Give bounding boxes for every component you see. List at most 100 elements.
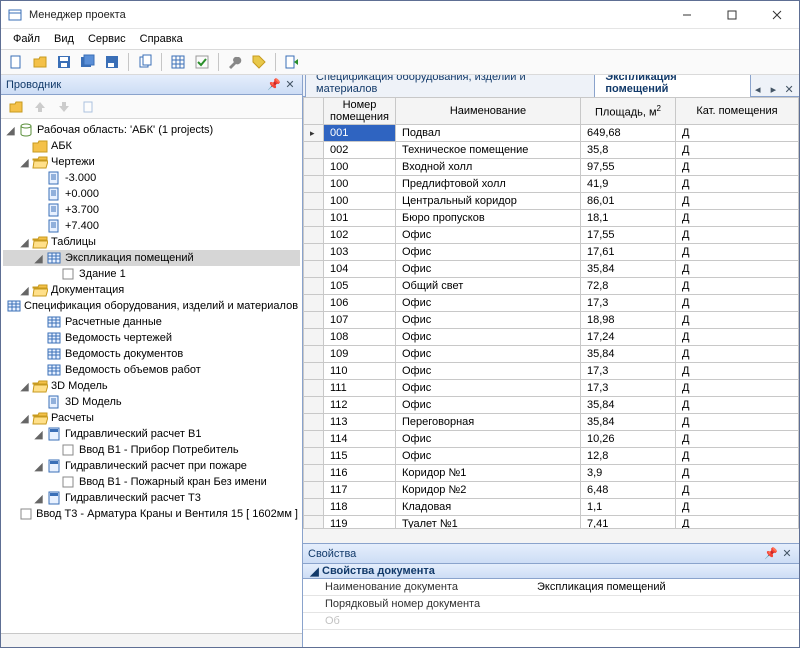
cell-area[interactable]: 17,3	[580, 380, 675, 397]
tab-close-icon[interactable]: ✕	[782, 82, 796, 96]
cell-name[interactable]: Центральный коридор	[395, 193, 580, 210]
menu-service[interactable]: Сервис	[82, 32, 132, 46]
cell-name[interactable]: Офис	[395, 448, 580, 465]
cell-category[interactable]: Д	[675, 397, 798, 414]
tree-calc[interactable]: ◢ Гидравлический расчет Т3	[3, 490, 300, 506]
cell-category[interactable]: Д	[675, 482, 798, 499]
cell-area[interactable]: 41,9	[580, 176, 675, 193]
cell-area[interactable]: 1,1	[580, 499, 675, 516]
table-row[interactable]: 112 Офис 35,84 Д	[304, 397, 799, 414]
tree-level[interactable]: +3.700	[3, 202, 300, 218]
cell-name[interactable]: Офис	[395, 397, 580, 414]
tree-level[interactable]: -3.000	[3, 170, 300, 186]
cell-area[interactable]: 17,3	[580, 363, 675, 380]
tb-tag-icon[interactable]	[248, 51, 270, 73]
table-row[interactable]: 107 Офис 18,98 Д	[304, 312, 799, 329]
cell-category[interactable]: Д	[675, 516, 798, 529]
table-row[interactable]: 118 Кладовая 1,1 Д	[304, 499, 799, 516]
expand-icon[interactable]	[33, 333, 44, 344]
expand-icon[interactable]: ◢	[33, 461, 44, 472]
row-header[interactable]	[304, 295, 324, 312]
row-header[interactable]	[304, 261, 324, 278]
col-category[interactable]: Кат. помещения	[675, 98, 798, 125]
cell-name[interactable]: Офис	[395, 261, 580, 278]
tb-saveas-icon[interactable]	[101, 51, 123, 73]
cell-number[interactable]: 114	[324, 431, 396, 448]
cell-name[interactable]: Бюро пропусков	[395, 210, 580, 227]
cell-name[interactable]: Коридор №1	[395, 465, 580, 482]
tree-doc[interactable]: Спецификация оборудования, изделий и мат…	[3, 298, 300, 314]
row-header[interactable]	[304, 448, 324, 465]
expand-icon[interactable]	[33, 397, 44, 408]
cell-number[interactable]: 002	[324, 142, 396, 159]
cell-area[interactable]: 6,48	[580, 482, 675, 499]
tree-level[interactable]: +0.000	[3, 186, 300, 202]
tb-check-icon[interactable]	[191, 51, 213, 73]
tree-3dmodel[interactable]: 3D Модель	[3, 394, 300, 410]
tree-workspace[interactable]: ◢ Рабочая область: 'АБК' (1 projects)	[3, 122, 300, 138]
expand-icon[interactable]: ◢	[19, 381, 30, 392]
down-icon[interactable]	[53, 96, 75, 118]
cell-name[interactable]: Подвал	[395, 125, 580, 142]
expand-icon[interactable]	[33, 365, 44, 376]
tree-building[interactable]: Здание 1	[3, 266, 300, 282]
maximize-button[interactable]	[709, 1, 754, 29]
table-row[interactable]: 113 Переговорная 35,84 Д	[304, 414, 799, 431]
cell-name[interactable]: Предлифтовой холл	[395, 176, 580, 193]
cell-name[interactable]: Техническое помещение	[395, 142, 580, 159]
cell-area[interactable]: 35,84	[580, 346, 675, 363]
col-name[interactable]: Наименование	[395, 98, 580, 125]
cell-name[interactable]: Кладовая	[395, 499, 580, 516]
cell-name[interactable]: Офис	[395, 312, 580, 329]
cell-number[interactable]: 105	[324, 278, 396, 295]
add-folder-icon[interactable]	[5, 96, 27, 118]
cell-category[interactable]: Д	[675, 261, 798, 278]
row-header[interactable]	[304, 397, 324, 414]
cell-number[interactable]: 100	[324, 193, 396, 210]
table-row[interactable]: 102 Офис 17,55 Д	[304, 227, 799, 244]
cell-category[interactable]: Д	[675, 465, 798, 482]
cell-area[interactable]: 10,26	[580, 431, 675, 448]
table-row[interactable]: 103 Офис 17,61 Д	[304, 244, 799, 261]
cell-category[interactable]: Д	[675, 363, 798, 380]
expand-icon[interactable]: ◢	[33, 493, 44, 504]
cell-name[interactable]: Переговорная	[395, 414, 580, 431]
tab-specification[interactable]: Спецификация оборудования, изделий и мат…	[305, 75, 595, 97]
tree-tables[interactable]: ◢ Таблицы	[3, 234, 300, 250]
cell-area[interactable]: 12,8	[580, 448, 675, 465]
close-icon[interactable]: ✕	[283, 78, 297, 92]
cell-name[interactable]: Коридор №2	[395, 482, 580, 499]
cell-area[interactable]: 17,61	[580, 244, 675, 261]
expand-icon[interactable]	[33, 317, 44, 328]
table-row[interactable]: 117 Коридор №2 6,48 Д	[304, 482, 799, 499]
cell-number[interactable]: 101	[324, 210, 396, 227]
row-header[interactable]	[304, 142, 324, 159]
tab-prev-icon[interactable]: ◂	[751, 82, 765, 96]
cell-number[interactable]: 115	[324, 448, 396, 465]
cell-name[interactable]: Офис	[395, 380, 580, 397]
pin-icon[interactable]: 📌	[764, 547, 778, 561]
page-icon[interactable]	[77, 96, 99, 118]
row-header[interactable]	[304, 482, 324, 499]
tree-calc-item[interactable]: Ввод В1 - Прибор Потребитель	[3, 442, 300, 458]
expand-icon[interactable]: ◢	[33, 429, 44, 440]
tree-drawings[interactable]: ◢ Чертежи	[3, 154, 300, 170]
cell-number[interactable]: 118	[324, 499, 396, 516]
cell-name[interactable]: Офис	[395, 431, 580, 448]
expand-icon[interactable]	[47, 477, 58, 488]
table-row[interactable]: 100 Центральный коридор 86,01 Д	[304, 193, 799, 210]
table-row[interactable]: 100 Предлифтовой холл 41,9 Д	[304, 176, 799, 193]
cell-area[interactable]: 18,1	[580, 210, 675, 227]
cell-number[interactable]: 108	[324, 329, 396, 346]
table-row[interactable]: 001 Подвал 649,68 Д	[304, 125, 799, 142]
tree-calc[interactable]: ◢ Гидравлический расчет при пожаре	[3, 458, 300, 474]
cell-number[interactable]: 110	[324, 363, 396, 380]
row-header[interactable]	[304, 227, 324, 244]
pin-icon[interactable]: 📌	[267, 78, 281, 92]
cell-number[interactable]: 116	[324, 465, 396, 482]
cell-category[interactable]: Д	[675, 346, 798, 363]
cell-number[interactable]: 107	[324, 312, 396, 329]
tree-doc[interactable]: Расчетные данные	[3, 314, 300, 330]
row-header[interactable]	[304, 363, 324, 380]
grid-area[interactable]: Номерпомещения Наименование Площадь, м2 …	[303, 97, 799, 528]
